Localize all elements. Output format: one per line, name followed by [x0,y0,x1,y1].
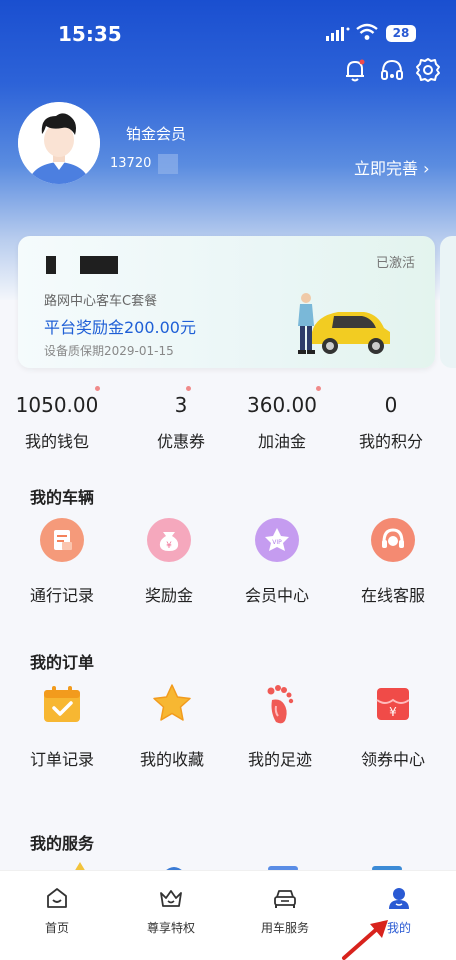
headset-icon [371,518,415,562]
stat-points[interactable]: 0 我的积分 [334,390,448,452]
grid-label: 我的足迹 [247,750,312,769]
stat-label: 我的积分 [358,432,423,451]
header-actions [0,56,456,86]
wifi-icon [356,23,378,40]
nav-label: 用车服务 [260,921,309,935]
status-bar: 15:35 28 [0,0,456,60]
home-icon [47,888,67,908]
notification-dot [95,386,100,391]
grid-item-favorites[interactable]: 我的收藏 [115,682,229,770]
order-record-icon [40,682,84,726]
grid-item-member-center[interactable]: VIP 会员中心 [220,518,334,606]
section-title-vehicles: 我的车辆 [30,488,95,507]
card-status: 已激活 [375,256,415,271]
settings-gear-icon[interactable] [414,56,442,84]
status-time: 15:35 [58,22,122,46]
bell-icon[interactable] [341,56,369,84]
card-warranty: 设备质保期2029-01-15 [44,344,174,358]
profile-icon [389,888,409,909]
grid-label: 通行记录 [29,586,94,605]
money-bag-icon: ¥ [147,518,191,562]
coupon-icon: ¥ [371,682,415,726]
notification-dot [186,386,191,391]
stat-coupons[interactable]: 3 优惠券 [124,386,238,452]
stat-wallet[interactable]: 1050.00 我的钱包 [0,386,114,452]
next-card-peek[interactable] [440,236,456,368]
record-icon [40,518,84,562]
grid-label: 我的收藏 [139,750,204,769]
grid-item-online-service[interactable]: 在线客服 [336,518,450,606]
grid-item-coupon-center[interactable]: ¥ 领券中心 [336,682,450,770]
nav-item-home[interactable]: 首页 [0,885,114,936]
svg-text:¥: ¥ [166,541,172,551]
grid-label: 订单记录 [29,750,94,769]
notification-dot [316,386,321,391]
grid-item-order-record[interactable]: 订单记录 [5,682,119,770]
phone-mask [158,154,178,174]
stat-value: 360.00 [247,393,317,417]
plate-mask [46,256,56,274]
star-icon [150,682,194,726]
battery-indicator: 28 [386,25,416,42]
stat-value: 0 [384,393,398,417]
plate-mask [80,256,118,274]
svg-text:¥: ¥ [389,705,397,719]
member-level: 铂金会员 [126,125,187,143]
stat-value: 3 [174,393,188,417]
footprint-icon [258,682,302,726]
nav-label: 尊享特权 [146,921,195,935]
stat-label: 加油金 [257,432,306,451]
grid-item-pass-record[interactable]: 通行记录 [5,518,119,606]
crown-icon [160,890,182,907]
svg-text:VIP: VIP [272,539,282,546]
nav-item-privileges[interactable]: 尊享特权 [114,885,228,936]
headset-icon[interactable] [378,56,406,84]
stat-value: 1050.00 [15,393,99,417]
nav-item-car-service[interactable]: 用车服务 [228,885,342,936]
car-illustration-icon [298,293,390,354]
grid-label: 会员中心 [244,586,309,605]
grid-label: 领券中心 [360,750,425,769]
stat-label: 优惠券 [156,432,205,451]
stat-fuel-credit[interactable]: 360.00 加油金 [225,386,339,452]
cellular-signal-icon [326,27,350,41]
grid-item-reward[interactable]: ¥ 奖励金 [112,518,226,606]
car-icon [274,890,296,908]
vip-icon: VIP [255,518,299,562]
red-arrow-annotation [342,920,388,960]
section-title-services: 我的服务 [30,834,95,853]
card-reward: 平台奖励金200.00元 [44,318,196,337]
avatar[interactable] [18,102,100,184]
complete-profile-link[interactable]: 立即完善 › [354,155,430,179]
grid-label: 奖励金 [144,586,193,605]
stats-row: 1050.00 我的钱包 3 优惠券 360.00 加油金 0 我的积分 [0,386,456,456]
phone-number: 13720 [110,156,152,171]
nav-label: 首页 [44,921,69,935]
etc-card[interactable]: 已激活 路网中心客车C套餐 平台奖励金200.00元 设备质保期2029-01-… [18,236,435,368]
card-package: 路网中心客车C套餐 [44,294,158,309]
section-title-orders: 我的订单 [30,653,95,672]
stat-label: 我的钱包 [24,432,89,451]
avatar-illustration-icon [18,102,100,184]
grid-label: 在线客服 [360,586,425,605]
grid-item-footprints[interactable]: 我的足迹 [223,682,337,770]
